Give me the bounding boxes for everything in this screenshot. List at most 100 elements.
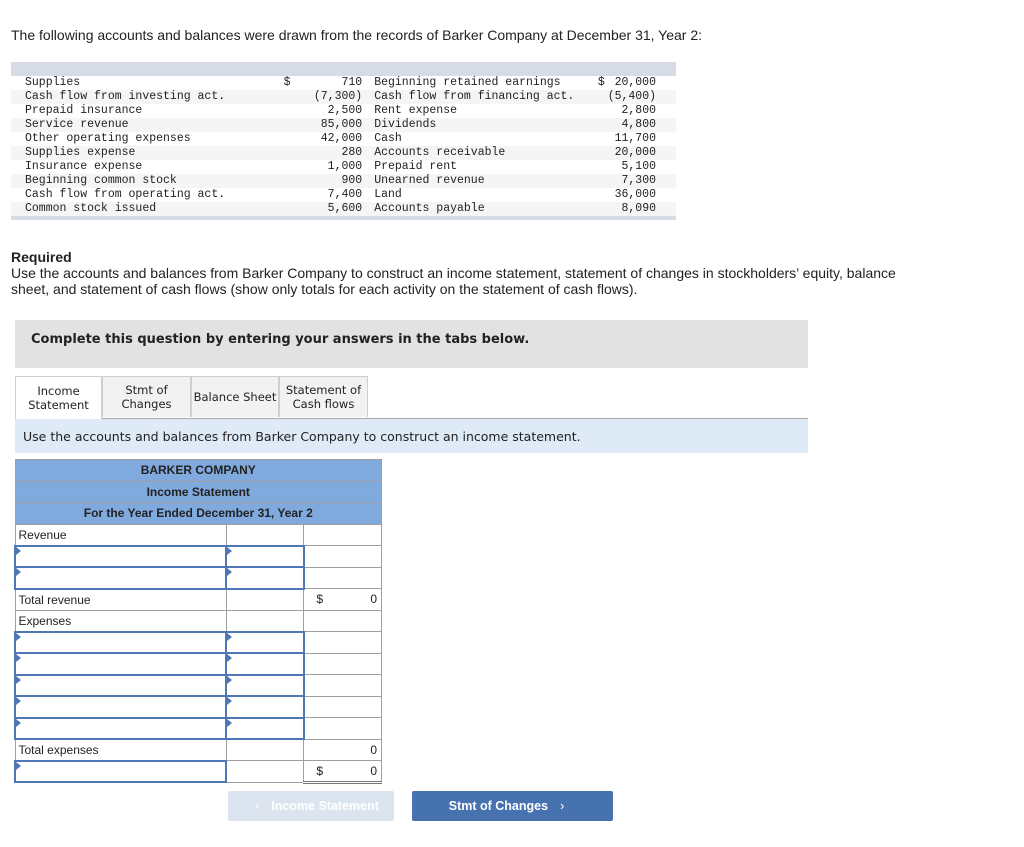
next-stmt-of-changes-button[interactable]: Stmt of Changes › [412,791,613,821]
expense-amount-input[interactable] [227,675,303,695]
net-income-value: 0 [370,764,377,778]
account-balance: 36,000 [614,188,656,201]
tab-statement-of-cash-flows[interactable]: Statement of Cash flows [279,376,368,417]
account-balance: 1,000 [327,160,363,173]
account-name: Unearned revenue [374,174,598,188]
expense-amount-cell[interactable] [225,630,305,654]
currency-symbol [283,118,303,132]
revenue-amount-input[interactable] [227,546,303,566]
prev-button-label: Income Statement [271,799,379,813]
expense-amount-cell[interactable] [225,652,305,676]
total-revenue-value: 0 [370,592,377,606]
account-name: Prepaid rent [374,160,458,173]
empty-cell [303,652,382,675]
net-income-label-select[interactable] [13,759,228,783]
account-name: Rent expense [374,104,458,117]
tab-income-statement[interactable]: Income Statement [15,376,102,419]
expense-amount-input[interactable] [227,654,303,674]
expense-account-select[interactable] [13,673,228,697]
currency-symbol [284,188,303,202]
currency-symbol [597,90,608,104]
currency-symbol [598,132,608,146]
account-row: Cash flow from operating act. 7,400 Land 36… [11,188,676,202]
currency-symbol [284,160,303,174]
account-name: Beginning retained earnings [374,76,561,89]
account-balance: (7,300) [302,90,375,104]
expense-account-select[interactable] [13,630,228,654]
account-balance: 2,800 [621,104,656,117]
expense-account-input[interactable] [16,654,226,674]
tab-label: Balance Sheet [193,390,277,404]
total-revenue-label: Total revenue [14,588,227,611]
expense-account-input[interactable] [16,675,226,695]
account-name: Accounts payable [374,202,598,216]
income-statement-worksheet: BARKER COMPANY Income Statement For the … [13,459,382,784]
account-name: Cash flow from financing act. [374,90,598,104]
account-balance: 20,000 [614,76,656,89]
expense-account-select[interactable] [13,652,228,676]
expense-account-input[interactable] [16,718,226,738]
instruction-banner: Use the accounts and balances from Barke… [15,419,808,453]
expense-account-input[interactable] [16,632,226,652]
account-name: Cash flow from operating act. [25,188,226,201]
account-balance: 5,600 [302,202,375,216]
account-name: Beginning common stock [11,174,284,188]
empty-cell [303,545,382,568]
empty-cell [303,674,382,697]
revenue-entry-row [13,544,382,568]
tab-label-line2: Changes [121,397,172,411]
empty-cell [225,760,305,783]
total-expenses-value: 0 [370,742,377,757]
currency-symbol [598,104,608,118]
account-balance: 7,300 [607,174,676,188]
required-heading: Required [11,249,72,265]
account-name: Supplies [25,76,81,89]
prev-income-statement-button[interactable]: ‹ Income Statement [228,791,394,821]
account-balance: 280 [302,146,375,160]
revenue-amount-cell[interactable] [225,566,305,590]
account-name: Common stock issued [11,202,284,216]
expense-account-input[interactable] [16,697,226,717]
required-section: Required Use the accounts and balances f… [11,249,911,297]
expense-amount-cell[interactable] [225,716,305,740]
worksheet-title: Income Statement [14,480,382,503]
revenue-account-input[interactable] [16,546,226,566]
account-balance: (5,400) [607,90,676,104]
currency-symbol [283,146,303,160]
expense-amount-cell[interactable] [225,695,305,719]
expense-amount-input[interactable] [227,697,303,717]
account-name: Land [374,188,402,201]
account-balance: 8,090 [607,202,676,216]
account-row: Prepaid insurance 2,500 Rent expense 2,800 [11,104,676,118]
currency-symbol: $ [597,76,605,89]
account-row: Cash flow from investing act. (7,300) Cash… [11,90,676,104]
empty-cell [225,588,305,611]
currency-symbol [597,174,608,188]
expenses-label: Expenses [14,609,227,632]
tab-stmt-of-changes[interactable]: Stmt of Changes [102,376,191,417]
account-balance: 710 [341,76,363,89]
complete-question-banner: Complete this question by entering your … [15,320,808,368]
expense-amount-input[interactable] [227,632,303,652]
revenue-amount-cell[interactable] [225,544,305,568]
chevron-right-icon: › [560,799,565,813]
revenue-account-select[interactable] [13,544,228,568]
tab-label-line1: Stmt of [125,383,168,397]
expense-account-select[interactable] [13,695,228,719]
revenue-account-input[interactable] [16,568,226,588]
currency-symbol [597,202,608,216]
account-balance: 20,000 [607,146,676,160]
revenue-amount-input[interactable] [227,568,303,588]
expense-account-select[interactable] [13,716,228,740]
account-name: Cash [374,132,402,145]
account-name: Supplies expense [11,146,284,160]
tab-balance-sheet[interactable]: Balance Sheet [191,376,279,417]
account-row: Beginning common stock 900 Unearned revenu… [11,174,676,188]
intro-text: The following accounts and balances were… [11,27,703,43]
revenue-account-select[interactable] [13,566,228,590]
net-income-label-input[interactable] [16,761,226,781]
expense-amount-input[interactable] [227,718,303,738]
worksheet-company: BARKER COMPANY [14,459,382,482]
empty-cell [303,717,382,740]
expense-amount-cell[interactable] [225,673,305,697]
